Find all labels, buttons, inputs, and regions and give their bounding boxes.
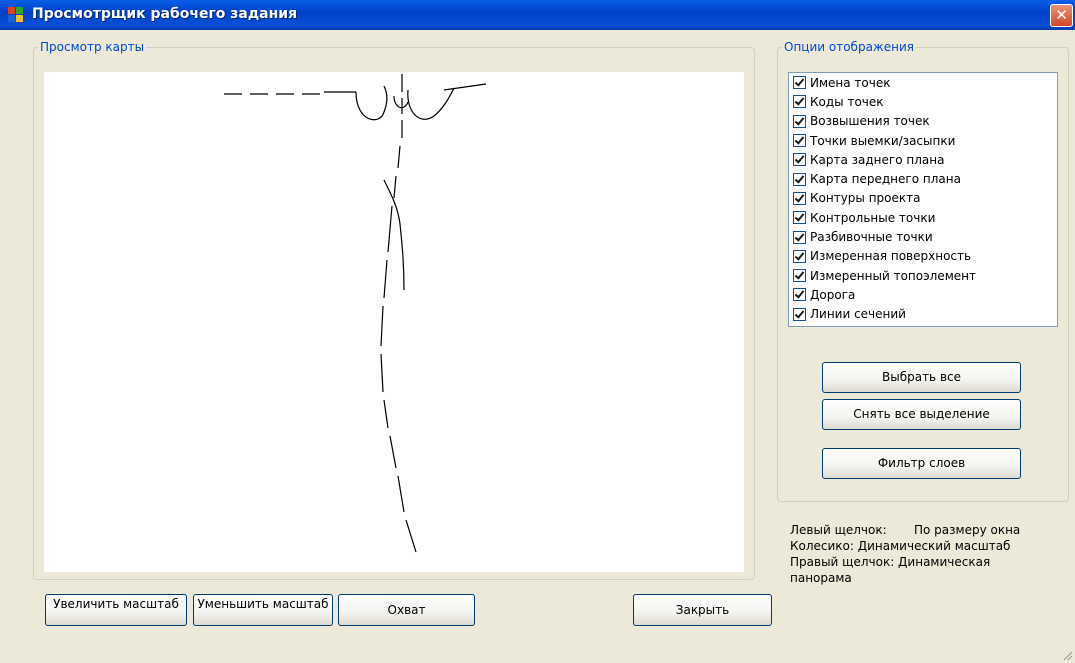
checkbox-checked[interactable] (793, 95, 806, 109)
option-label: Точки выемки/засыпки (810, 133, 956, 148)
option-point-codes[interactable]: Коды точек (789, 92, 1057, 111)
option-label: Коды точек (810, 94, 884, 109)
extent-button[interactable]: Охват (338, 594, 475, 626)
app-window-icon[interactable] (8, 7, 24, 23)
curve (407, 87, 455, 120)
checkbox-checked[interactable] (793, 211, 806, 225)
help-right-click: Правый щелчок: Динамическая (790, 555, 991, 569)
title-bar[interactable]: Просмотрщик рабочего задания ✕ (0, 0, 1075, 30)
help-left-click-label: Левый щелчок: (790, 523, 887, 537)
option-point-elevations[interactable]: Возвышения точек (789, 112, 1057, 131)
option-label: Измеренный топоэлемент (810, 268, 977, 283)
option-label: Разбивочные точки (810, 230, 933, 245)
mouse-help-text: Левый щелчок: По размеру окна Колесико: … (790, 522, 1040, 586)
checkbox-checked[interactable] (793, 269, 806, 283)
window-title: Просмотрщик рабочего задания (32, 6, 298, 22)
option-label: Контуры проекта (810, 191, 921, 206)
checkbox-checked[interactable] (793, 307, 806, 321)
option-measured-topo-feature[interactable]: Измеренный топоэлемент (789, 266, 1057, 285)
checkbox-checked[interactable] (793, 114, 806, 128)
resize-grip-icon[interactable] (1061, 649, 1073, 661)
checkbox-checked[interactable] (793, 134, 806, 148)
option-label: Возвышения точек (810, 114, 930, 129)
display-options-list[interactable]: Имена точек Коды точек Возвышения точек … (788, 72, 1058, 327)
option-background-map[interactable]: Карта заднего плана (789, 150, 1057, 169)
dashed-polyline (380, 145, 417, 553)
option-label: Карта переднего плана (810, 172, 961, 187)
display-options-legend: Опции отображения (784, 40, 914, 54)
option-label: Линии сечений (810, 307, 906, 322)
option-control-points[interactable]: Контрольные точки (789, 208, 1057, 227)
option-road[interactable]: Дорога (789, 285, 1057, 304)
option-point-names[interactable]: Имена точек (789, 73, 1057, 92)
close-button[interactable]: Закрыть (633, 594, 772, 626)
curve (355, 85, 388, 121)
curve (393, 95, 409, 109)
close-window-button[interactable]: ✕ (1050, 4, 1073, 27)
option-cut-fill-points[interactable]: Точки выемки/засыпки (789, 131, 1057, 150)
help-wheel: Колесико: Динамический масштаб (790, 539, 1011, 553)
map-view-legend: Просмотр карты (40, 40, 145, 54)
option-design-contours[interactable]: Контуры проекта (789, 189, 1057, 208)
option-label: Имена точек (810, 75, 891, 90)
option-stakeout-points[interactable]: Разбивочные точки (789, 227, 1057, 246)
linework (224, 74, 487, 553)
deselect-all-button[interactable]: Снять все выделение (822, 399, 1021, 430)
option-label: Контрольные точки (810, 210, 936, 225)
help-left-click: Левый щелчок: По размеру окна (790, 522, 1040, 538)
checkbox-checked[interactable] (793, 230, 806, 244)
option-measured-surface[interactable]: Измеренная поверхность (789, 247, 1057, 266)
checkbox-checked[interactable] (793, 76, 806, 90)
close-icon: ✕ (1055, 6, 1068, 24)
layer-filter-button[interactable]: Фильтр слоев (822, 448, 1021, 479)
option-label: Карта заднего плана (810, 152, 945, 167)
checkbox-checked[interactable] (793, 288, 806, 302)
option-foreground-map[interactable]: Карта переднего плана (789, 169, 1057, 188)
map-canvas[interactable] (44, 72, 744, 572)
line-segment (324, 83, 487, 93)
help-right-click-cont: панорама (790, 571, 852, 585)
map-drawing (224, 74, 487, 553)
option-label: Дорога (810, 287, 856, 302)
checkbox-checked[interactable] (793, 172, 806, 186)
help-left-click-value: По размеру окна (914, 523, 1021, 537)
select-all-button[interactable]: Выбрать все (822, 362, 1021, 393)
checkbox-checked[interactable] (793, 153, 806, 167)
checkbox-checked[interactable] (793, 191, 806, 205)
option-label: Измеренная поверхность (810, 249, 972, 264)
checkbox-checked[interactable] (793, 249, 806, 263)
zoom-out-button[interactable]: Уменьшить масштаб (193, 594, 333, 626)
option-cross-section-lines[interactable]: Линии сечений (789, 305, 1057, 324)
zoom-in-button[interactable]: Увеличить масштаб (45, 594, 187, 626)
